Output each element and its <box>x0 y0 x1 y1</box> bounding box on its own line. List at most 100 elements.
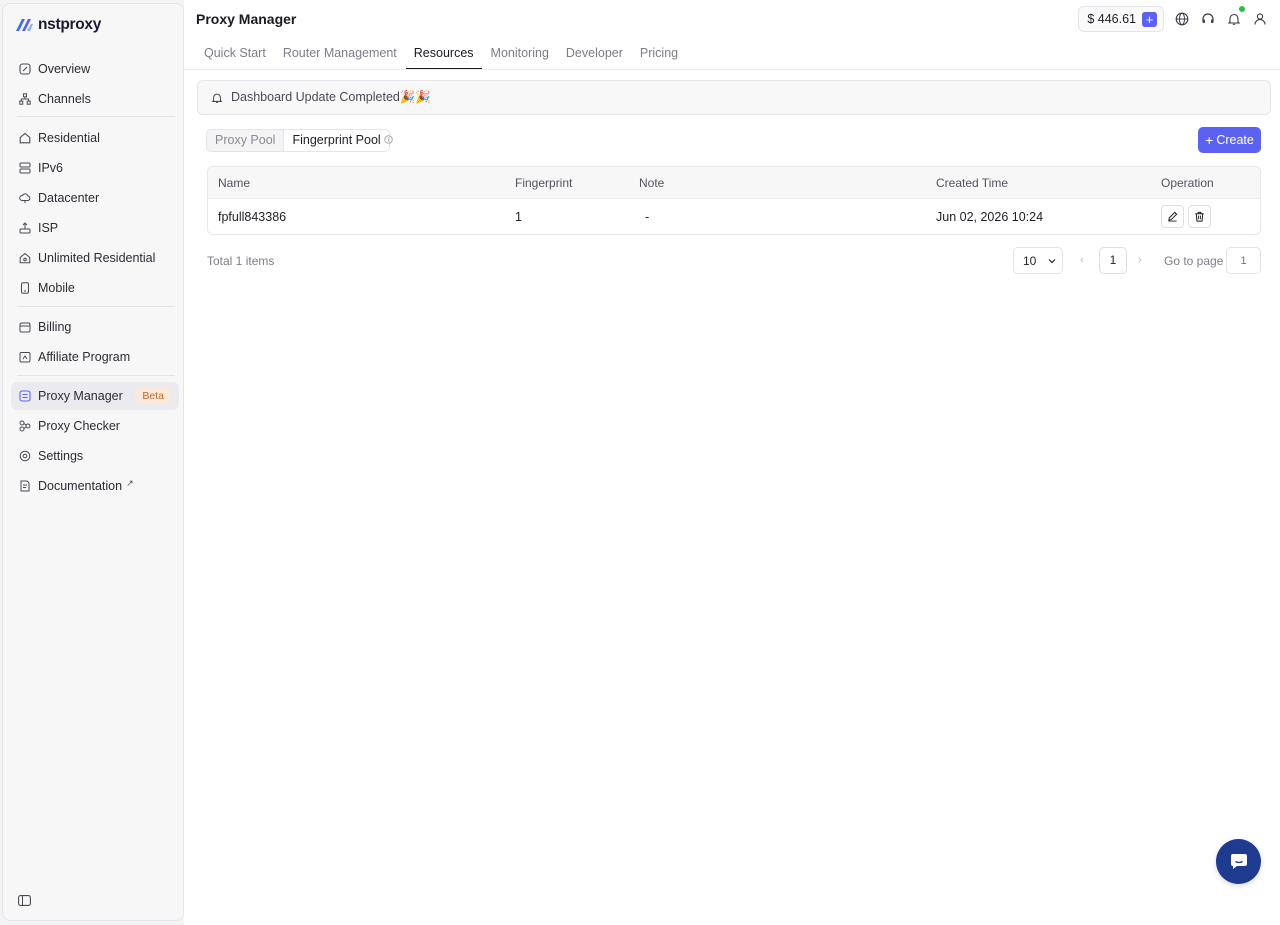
column-header-note: Note <box>639 176 665 190</box>
sidebar-item-datacenter[interactable]: Datacenter <box>11 184 179 212</box>
mobile-icon <box>19 282 31 294</box>
notification-bell-icon[interactable] <box>1226 6 1245 27</box>
tab-monitoring[interactable]: Monitoring <box>483 36 557 70</box>
app: nstproxy Overview Channels Residential I… <box>0 0 1280 925</box>
cell-fingerprint: 1 <box>515 210 522 224</box>
cell-note: - <box>645 210 650 224</box>
external-link-icon: ↗ <box>126 477 134 488</box>
tab-fingerprint-pool[interactable]: Fingerprint Pool <box>283 130 389 151</box>
next-page-icon[interactable]: › <box>1138 254 1142 266</box>
pencil-icon <box>1168 211 1178 222</box>
notification-dot <box>1239 6 1245 12</box>
table-header: Name Fingerprint Note Created Time Opera… <box>208 167 1260 199</box>
table-row: fpfull843386 1 - Jun 02, 2026 10:24 <box>208 199 1260 234</box>
page-title: Proxy Manager <box>196 11 297 27</box>
brand-logo[interactable]: nstproxy <box>15 16 101 34</box>
info-icon[interactable] <box>384 135 393 144</box>
plus-icon: + <box>1205 132 1214 148</box>
sidebar-item-mobile[interactable]: Mobile <box>11 274 179 302</box>
column-header-created-time: Created Time <box>936 176 1009 190</box>
sidebar-item-billing[interactable]: Billing <box>11 313 179 341</box>
page-size-select[interactable]: 10 <box>1013 247 1063 274</box>
language-globe-icon[interactable] <box>1174 11 1190 27</box>
tabs-divider <box>184 69 1280 70</box>
announcement-banner: Dashboard Update Completed🎉🎉 <box>197 80 1271 115</box>
tab-resources[interactable]: Resources <box>405 36 482 70</box>
tab-router-management[interactable]: Router Management <box>275 36 405 70</box>
documentation-icon <box>19 480 31 492</box>
overview-icon <box>19 63 31 75</box>
tab-developer[interactable]: Developer <box>558 36 631 70</box>
goto-page-input[interactable] <box>1226 247 1261 274</box>
delete-button[interactable] <box>1188 205 1211 228</box>
column-header-name: Name <box>218 176 251 190</box>
pool-switcher: Proxy Pool Fingerprint Pool <box>206 129 390 152</box>
proxy-manager-icon <box>19 390 31 402</box>
sidebar-item-channels[interactable]: Channels <box>11 85 179 113</box>
sidebar-item-label: Affiliate Program <box>38 350 131 364</box>
cell-name: fpfull843386 <box>218 210 287 224</box>
support-headset-icon[interactable] <box>1200 11 1216 27</box>
main-tabs: Quick Start Router Management Resources … <box>196 36 687 70</box>
create-button-label: Create <box>1216 133 1254 147</box>
beta-badge: Beta <box>135 388 171 404</box>
sidebar-item-proxy-checker[interactable]: Proxy Checker <box>11 412 179 440</box>
sidebar-item-label: Residential <box>38 131 100 145</box>
sidebar-item-label: Proxy Manager <box>38 389 123 403</box>
sidebar-item-proxy-manager[interactable]: Proxy Manager Beta <box>11 382 179 410</box>
main-content: Proxy Manager $ 446.61 + Quick Start Rou <box>184 0 1280 925</box>
edit-button[interactable] <box>1161 205 1184 228</box>
sidebar-item-isp[interactable]: ISP <box>11 214 179 242</box>
chat-button[interactable] <box>1216 839 1261 884</box>
unlimited-icon <box>19 252 31 264</box>
bell-icon <box>211 93 223 103</box>
sidebar-item-documentation[interactable]: Documentation ↗ <box>11 472 179 500</box>
billing-icon <box>19 321 31 333</box>
sidebar-item-label: Datacenter <box>38 191 100 205</box>
chevron-down-icon <box>1048 258 1056 263</box>
tab-quick-start[interactable]: Quick Start <box>196 36 274 70</box>
collapse-sidebar-icon[interactable] <box>18 895 31 906</box>
tab-proxy-pool[interactable]: Proxy Pool <box>207 130 283 151</box>
cell-created-time: Jun 02, 2026 10:24 <box>936 210 1044 224</box>
proxy-checker-icon <box>19 420 31 432</box>
user-account-icon[interactable] <box>1252 11 1268 27</box>
affiliate-icon <box>19 351 31 363</box>
total-items-label: Total 1 items <box>207 254 275 268</box>
column-header-operation: Operation <box>1161 176 1214 190</box>
banner-text: Dashboard Update Completed🎉🎉 <box>231 90 431 104</box>
prev-page-icon[interactable]: ‹ <box>1080 254 1084 266</box>
sidebar-item-label: Settings <box>38 449 84 463</box>
page-size-value: 10 <box>1023 253 1037 268</box>
datacenter-icon <box>19 192 31 204</box>
sidebar-item-label: Unlimited Residential <box>38 251 156 265</box>
sidebar-item-label: ISP <box>38 221 59 235</box>
page-1-button[interactable]: 1 <box>1099 247 1127 274</box>
column-header-fingerprint: Fingerprint <box>515 176 573 190</box>
goto-page-label: Go to page <box>1164 254 1224 268</box>
sidebar-item-ipv6[interactable]: IPv6 <box>11 154 179 182</box>
sidebar-item-overview[interactable]: Overview <box>11 55 179 83</box>
sidebar-item-settings[interactable]: Settings <box>11 442 179 470</box>
sidebar-item-label: Documentation <box>38 479 123 493</box>
isp-icon <box>19 222 31 234</box>
add-funds-icon[interactable]: + <box>1142 11 1157 27</box>
tab-pricing[interactable]: Pricing <box>632 36 686 70</box>
sidebar-item-label: Channels <box>38 92 91 106</box>
top-right-toolbar: $ 446.61 + <box>1078 6 1268 32</box>
sidebar-item-unlimited-residential[interactable]: Unlimited Residential <box>11 244 179 272</box>
sidebar-item-residential[interactable]: Residential <box>11 124 179 152</box>
trash-icon <box>1195 211 1204 222</box>
ipv6-icon <box>19 162 31 174</box>
fingerprint-table: Name Fingerprint Note Created Time Opera… <box>207 166 1261 235</box>
sidebar-item-label: IPv6 <box>38 161 64 175</box>
chat-bubble-icon <box>1230 854 1247 869</box>
balance-display[interactable]: $ 446.61 + <box>1078 6 1164 32</box>
sidebar-divider <box>17 116 175 117</box>
brand-name: nstproxy <box>38 16 102 33</box>
settings-icon <box>19 450 31 462</box>
sidebar-divider <box>17 375 175 376</box>
create-button[interactable]: + Create <box>1198 127 1261 153</box>
sidebar-item-affiliate-program[interactable]: Affiliate Program <box>11 343 179 371</box>
sidebar-item-label: Proxy Checker <box>38 419 120 433</box>
